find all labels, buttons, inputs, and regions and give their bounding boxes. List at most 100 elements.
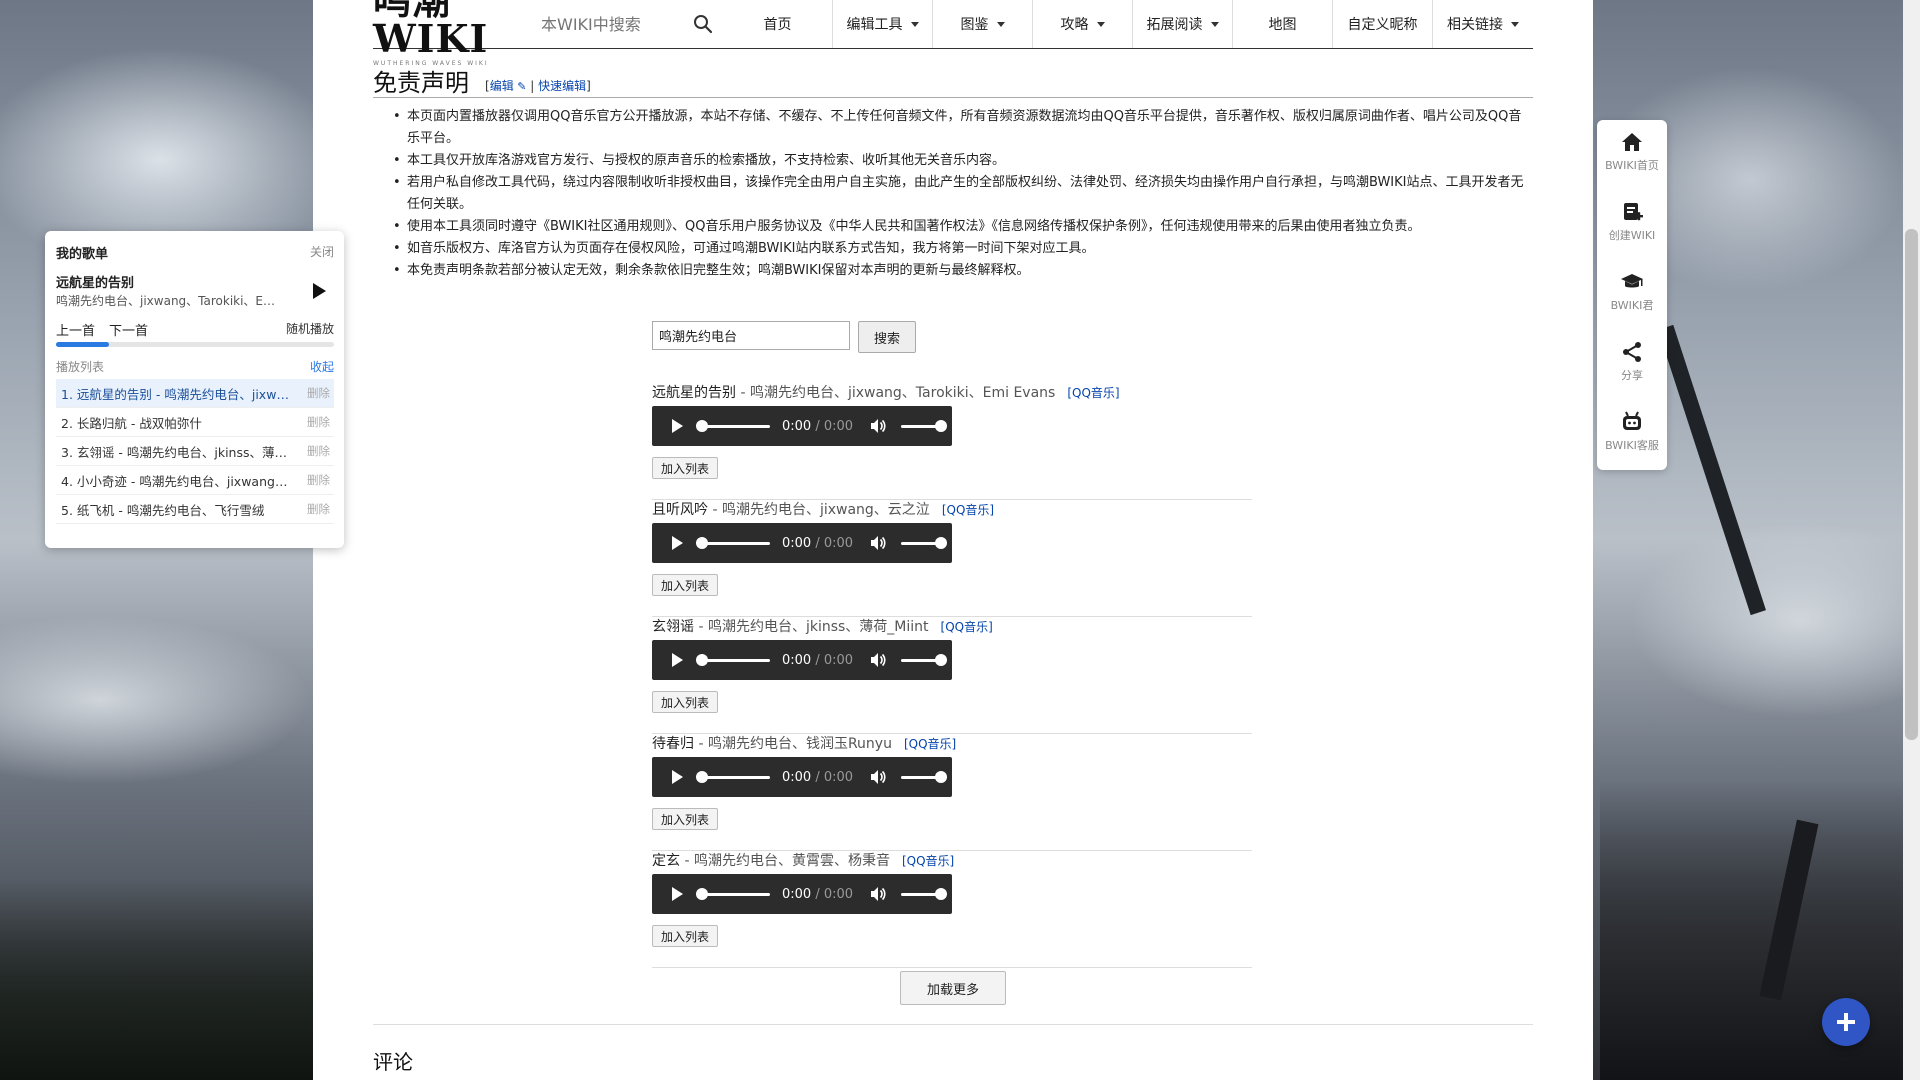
nav-item-label: 图鉴 <box>960 17 989 33</box>
nav-item[interactable]: 自定义昵称 <box>1333 0 1433 48</box>
edit-pencil-icon: ✎ <box>513 80 527 93</box>
side-toolbar: BWIKI首页 创建WIKI BWIKI君 分享 BWIKI客服 <box>1597 120 1667 470</box>
play-icon[interactable] <box>672 770 683 784</box>
add-to-playlist-button[interactable]: 加入列表 <box>652 457 718 479</box>
play-mode-button[interactable]: 随机播放 <box>286 320 334 337</box>
playlist-item[interactable]: 4. 小小奇迹 - 鸣潮先约电台、jixwang、Tarokiki 删除 <box>56 466 334 495</box>
song-result: 定玄 - 鸣潮先约电台、黄霄雲、杨秉音 [QQ音乐] 0:00 / 0:00 加入列表 <box>652 850 1252 968</box>
playlist-item-delete-button[interactable]: 删除 <box>307 443 330 459</box>
add-to-playlist-button[interactable]: 加入列表 <box>652 808 718 830</box>
music-search-input[interactable] <box>652 321 850 350</box>
playlist-close-button[interactable]: 关闭 <box>310 243 334 260</box>
top-navigation: 鸣潮WIKI WUTHERING WAVES WIKI 首页 编辑工具 图鉴 攻略 拓展… <box>373 0 1533 67</box>
total-time: 0:00 <box>823 886 854 902</box>
volume-slider[interactable] <box>901 419 948 432</box>
volume-slider[interactable] <box>901 536 948 549</box>
load-more-button[interactable]: 加载更多 <box>900 971 1006 1005</box>
audio-player: 0:00 / 0:00 <box>652 523 952 563</box>
toolbar-create-wiki[interactable]: 创建WIKI <box>1597 190 1667 250</box>
playlist-item[interactable]: 2. 长路归航 - 战双帕弥什 删除 <box>56 408 334 437</box>
qq-music-link[interactable]: [QQ音乐] <box>941 620 993 634</box>
playlist-item-delete-button[interactable]: 删除 <box>307 501 330 517</box>
nav-item-label: 相关链接 <box>1447 17 1503 33</box>
add-to-playlist-button[interactable]: 加入列表 <box>652 574 718 596</box>
song-header: 玄翎谣 - 鸣潮先约电台、jkinss、薄荷_Miint [QQ音乐] <box>652 616 993 636</box>
qq-music-link[interactable]: [QQ音乐] <box>1067 386 1119 400</box>
volume-icon[interactable] <box>869 768 887 786</box>
disclaimer-item: 本免责声明条款若部分被认定无效，剩余条款依旧完整生效；鸣潮BWIKI保留对本声明… <box>393 260 1533 282</box>
toolbar-bwiki-home[interactable]: BWIKI首页 <box>1597 120 1667 180</box>
wiki-search-input[interactable] <box>539 13 693 35</box>
playlist-list-label: 播放列表 <box>56 360 105 374</box>
time-display: 0:00 / 0:00 <box>782 419 853 434</box>
toolbar-support[interactable]: BWIKI客服 <box>1597 400 1667 460</box>
next-track-button[interactable]: 下一首 <box>109 320 148 339</box>
song-result: 远航星的告别 - 鸣潮先约电台、jixwang、Tarokiki、Emi Eva… <box>652 382 1252 500</box>
play-icon[interactable] <box>672 887 683 901</box>
current-time: 0:00 <box>782 652 812 668</box>
playback-progress-bar[interactable] <box>56 342 334 347</box>
edit-link[interactable]: 编辑 <box>490 79 514 93</box>
nav-item[interactable]: 拓展阅读 <box>1133 0 1233 48</box>
music-search-button[interactable]: 搜索 <box>858 321 916 353</box>
volume-slider[interactable] <box>901 653 948 666</box>
volume-icon[interactable] <box>869 534 887 552</box>
volume-icon[interactable] <box>869 885 887 903</box>
playlist-collapse-button[interactable]: 收起 <box>310 358 334 375</box>
caret-down-icon <box>910 21 919 27</box>
song-title: 待春归 <box>652 736 694 752</box>
play-icon[interactable] <box>672 653 683 667</box>
site-logo[interactable]: 鸣潮WIKI WUTHERING WAVES WIKI <box>373 0 529 67</box>
volume-slider[interactable] <box>901 887 948 900</box>
volume-slider[interactable] <box>901 770 948 783</box>
toolbar-label: BWIKI客服 <box>1605 439 1659 452</box>
nav-item[interactable]: 编辑工具 <box>833 0 933 48</box>
song-title: 远航星的告别 <box>652 385 736 401</box>
play-icon[interactable] <box>672 536 683 550</box>
playlist-item-delete-button[interactable]: 删除 <box>307 472 330 488</box>
nav-item-label: 编辑工具 <box>846 17 903 33</box>
seek-slider[interactable] <box>696 770 770 783</box>
add-to-playlist-button[interactable]: 加入列表 <box>652 691 718 713</box>
time-display: 0:00 / 0:00 <box>782 887 853 902</box>
now-playing-title: 远航星的告别 <box>56 276 135 291</box>
nav-item[interactable]: 相关链接 <box>1433 0 1533 48</box>
song-artist: - 鸣潮先约电台、jixwang、Tarokiki、Emi Evans <box>736 385 1056 401</box>
seek-slider[interactable] <box>696 653 770 666</box>
seek-slider[interactable] <box>696 536 770 549</box>
playlist-item-delete-button[interactable]: 删除 <box>307 414 330 430</box>
qq-music-link[interactable]: [QQ音乐] <box>942 503 994 517</box>
qq-music-link[interactable]: [QQ音乐] <box>902 854 954 868</box>
edit-bracket-close: ] <box>586 79 591 93</box>
nav-item-label: 攻略 <box>1060 17 1089 33</box>
playlist-item-title: 2. 长路归航 - 战双帕弥什 <box>61 415 202 431</box>
play-icon[interactable] <box>313 283 326 299</box>
nav-item[interactable]: 攻略 <box>1033 0 1133 48</box>
nav-item[interactable]: 图鉴 <box>933 0 1033 48</box>
home-icon <box>1622 133 1642 151</box>
volume-icon[interactable] <box>869 651 887 669</box>
comments-title: 评论 <box>373 1050 413 1074</box>
nav-item[interactable]: 首页 <box>723 0 833 48</box>
toolbar-share[interactable]: 分享 <box>1597 330 1667 390</box>
playlist-item[interactable]: 3. 玄翎谣 - 鸣潮先约电台、jkinss、薄荷_Miint 删除 <box>56 437 334 466</box>
quick-edit-link[interactable]: 快速编辑 <box>538 79 586 93</box>
playlist-item[interactable]: 5. 纸飞机 - 鸣潮先约电台、飞行雪绒 删除 <box>56 495 334 524</box>
floating-add-button[interactable] <box>1822 998 1870 1046</box>
playback-progress-fill <box>56 342 109 347</box>
volume-icon[interactable] <box>869 417 887 435</box>
toolbar-bwiki-jun[interactable]: BWIKI君 <box>1597 260 1667 320</box>
playlist-item[interactable]: 1. 远航星的告别 - 鸣潮先约电台、jixwang、Tarokiki、Emi … <box>56 379 334 408</box>
nav-item[interactable]: 地图 <box>1233 0 1333 48</box>
qq-music-link[interactable]: [QQ音乐] <box>904 737 956 751</box>
seek-slider[interactable] <box>696 887 770 900</box>
add-to-playlist-button[interactable]: 加入列表 <box>652 925 718 947</box>
scrollbar-thumb[interactable] <box>1905 229 1918 740</box>
play-icon[interactable] <box>672 419 683 433</box>
previous-track-button[interactable]: 上一首 <box>56 320 95 339</box>
graduation-cap-icon <box>1621 274 1643 288</box>
seek-slider[interactable] <box>696 419 770 432</box>
playlist-item-delete-button[interactable]: 删除 <box>307 385 330 401</box>
song-header: 待春归 - 鸣潮先约电台、钱润玉Runyu [QQ音乐] <box>652 733 956 753</box>
search-icon[interactable] <box>693 14 713 34</box>
